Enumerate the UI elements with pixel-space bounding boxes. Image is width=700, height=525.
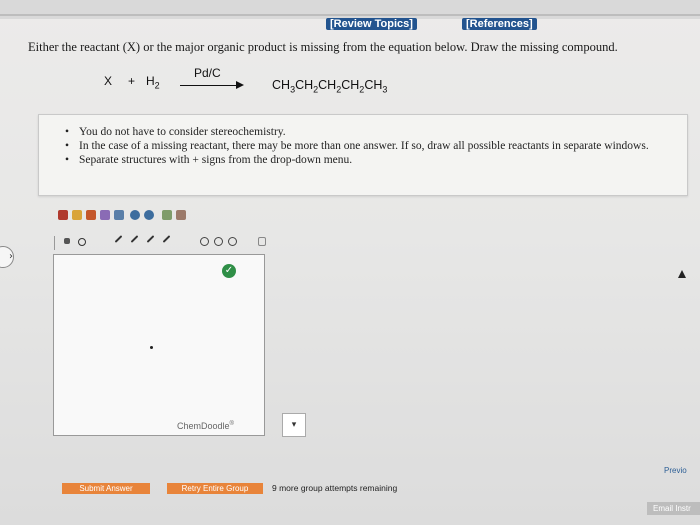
- reaction-arrow: [180, 85, 240, 86]
- submit-answer-button[interactable]: Submit Answer: [62, 483, 150, 494]
- zoom-out-icon[interactable]: [144, 210, 154, 220]
- hand-icon[interactable]: [114, 210, 124, 220]
- note-plus-signs: Separate structures with + signs from th…: [65, 153, 687, 167]
- separator-dropdown[interactable]: ▾: [282, 413, 306, 437]
- canvas-atom: [150, 346, 153, 349]
- instructions-box: You do not have to consider stereochemis…: [38, 114, 688, 196]
- label-p-icon[interactable]: [176, 210, 186, 220]
- clear-icon[interactable]: [58, 210, 68, 220]
- double-bond-icon[interactable]: [130, 235, 139, 243]
- reaction-arrow-head: [236, 81, 244, 89]
- zoom-in-icon[interactable]: [130, 210, 140, 220]
- pencil-icon[interactable]: [86, 210, 96, 220]
- drawing-canvas[interactable]: [53, 254, 265, 436]
- references-link[interactable]: [References]: [462, 18, 537, 30]
- catalyst-label: Pd/C: [194, 66, 221, 80]
- ring-icon[interactable]: [200, 237, 209, 246]
- expand-icon[interactable]: ›: [0, 246, 14, 268]
- review-topics-link[interactable]: [Review Topics]: [326, 18, 417, 30]
- reagent-h2: H2: [146, 74, 160, 91]
- mouse-cursor-icon: [678, 270, 686, 278]
- label-c-icon[interactable]: [162, 210, 172, 220]
- wedge-bond-icon[interactable]: [146, 235, 155, 243]
- chemdoodle-brand: ChemDoodle®: [177, 421, 234, 431]
- eraser-icon[interactable]: [72, 210, 82, 220]
- single-bond-icon[interactable]: [114, 235, 123, 243]
- attempts-remaining: 9 more group attempts remaining: [272, 483, 398, 493]
- lasso-icon[interactable]: [100, 210, 110, 220]
- ring-6-icon[interactable]: [228, 237, 237, 246]
- template-icon[interactable]: [258, 237, 266, 246]
- charge-icon[interactable]: [64, 238, 70, 244]
- dash-bond-icon[interactable]: [162, 235, 171, 243]
- reactant-x: X: [104, 74, 113, 88]
- check-icon[interactable]: ✓: [222, 264, 236, 278]
- toolbar-divider: [54, 236, 55, 250]
- editor-toolbar-bonds: [54, 235, 266, 250]
- note-stereochemistry: You do not have to consider stereochemis…: [65, 125, 687, 139]
- retry-group-button[interactable]: Retry Entire Group: [167, 483, 263, 494]
- plus-charge-icon[interactable]: [78, 238, 86, 246]
- question-text: Either the reactant (X) or the major org…: [28, 40, 618, 54]
- plus-sign: +: [128, 74, 136, 88]
- product-formula: CH3CH2CH2CH2CH3: [272, 78, 388, 95]
- ring-5-icon[interactable]: [214, 237, 223, 246]
- previous-button[interactable]: Previo: [660, 464, 700, 478]
- note-multiple-answers: In the case of a missing reactant, there…: [65, 139, 687, 153]
- email-instructor-button[interactable]: Email Instr: [647, 502, 700, 515]
- top-bar: [0, 0, 700, 19]
